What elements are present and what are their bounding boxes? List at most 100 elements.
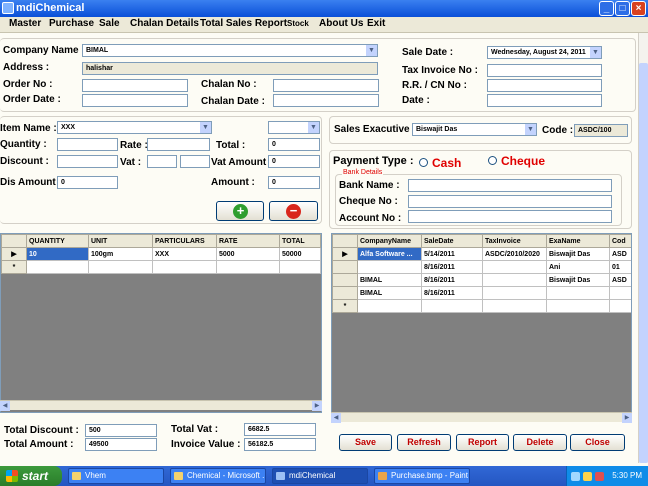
shield-icon[interactable]: [595, 472, 604, 481]
col-header[interactable]: RATE: [216, 234, 280, 248]
discount-field[interactable]: [57, 155, 118, 168]
menu-about-us[interactable]: About Us: [319, 18, 363, 29]
grid-cell[interactable]: 8/16/2011: [421, 273, 483, 287]
grid-cell[interactable]: 01: [609, 260, 631, 274]
grid-cell[interactable]: Ani: [546, 260, 610, 274]
col-header[interactable]: QUANTITY: [26, 234, 89, 248]
menu-chalan-details[interactable]: Chalan Details: [130, 18, 199, 29]
account-no-field[interactable]: [408, 210, 612, 223]
vat-field[interactable]: [147, 155, 177, 168]
company-name-combo[interactable]: BIMAL ▼: [82, 44, 378, 57]
quantity-field[interactable]: [57, 138, 118, 151]
speaker-icon[interactable]: [583, 472, 592, 481]
cheque-radio[interactable]: [488, 156, 497, 165]
grid-cell[interactable]: 5/14/2011: [421, 247, 483, 261]
grid-cell[interactable]: 50000: [279, 247, 321, 261]
cash-radio[interactable]: [419, 158, 428, 167]
item-name-combo[interactable]: XXX ▼: [57, 121, 212, 134]
table-row[interactable]: ▶ 10 100gm XXX 5000 50000: [1, 247, 321, 261]
bank-name-field[interactable]: [408, 179, 612, 192]
scroll-right-icon[interactable]: ▶: [312, 401, 322, 411]
new-row[interactable]: *: [332, 299, 631, 313]
menu-sale[interactable]: Sale: [99, 18, 120, 29]
grid-cell[interactable]: Biswajit Das: [546, 273, 610, 287]
menu-stock[interactable]: Stock: [287, 19, 309, 28]
menu-exit[interactable]: Exit: [367, 18, 385, 29]
grid-cell[interactable]: ASD: [609, 247, 631, 261]
total-field[interactable]: 0: [268, 138, 320, 151]
total-discount-field[interactable]: 500: [85, 424, 157, 437]
code-field[interactable]: ASDC/100: [574, 124, 628, 137]
grid-cell[interactable]: 8/16/2011: [421, 286, 483, 300]
col-header[interactable]: TaxInvoice: [482, 234, 547, 248]
dis-amount-field[interactable]: 0: [57, 176, 118, 189]
chevron-down-icon[interactable]: ▼: [590, 47, 601, 58]
refresh-button[interactable]: Refresh: [397, 434, 451, 451]
address-field[interactable]: halishar: [82, 62, 378, 75]
col-header[interactable]: SaleDate: [421, 234, 483, 248]
total-amount-field[interactable]: 49500: [85, 438, 157, 451]
sales-grid[interactable]: CompanyName SaleDate TaxInvoice ExaName …: [331, 233, 632, 413]
scroll-left-icon[interactable]: ◀: [0, 401, 10, 411]
chevron-down-icon[interactable]: ▼: [308, 122, 319, 133]
chevron-down-icon[interactable]: ▼: [366, 45, 377, 56]
new-row[interactable]: *: [1, 260, 321, 274]
grid-cell[interactable]: ASD: [609, 273, 631, 287]
grid-cell[interactable]: Biswajit Das: [546, 247, 610, 261]
taskbar-item[interactable]: Chemical - Microsoft ...: [170, 468, 266, 484]
grid-cell[interactable]: [482, 286, 547, 300]
taskbar-item[interactable]: Vhem: [68, 468, 164, 484]
col-header[interactable]: PARTICULARS: [152, 234, 217, 248]
vat-field-2[interactable]: [180, 155, 210, 168]
scroll-left-icon[interactable]: ◀: [331, 413, 341, 423]
scroll-right-icon[interactable]: ▶: [622, 413, 632, 423]
date-field[interactable]: [487, 94, 602, 107]
report-button[interactable]: Report: [456, 434, 509, 451]
table-row[interactable]: ▶ Alfa Software ... 5/14/2011 ASDC/2010/…: [332, 247, 631, 261]
grid-cell[interactable]: BIMAL: [357, 273, 422, 287]
order-no-field[interactable]: [82, 79, 188, 92]
chevron-down-icon[interactable]: ▼: [525, 124, 536, 135]
chevron-down-icon[interactable]: ▼: [200, 122, 211, 133]
scroll-thumb[interactable]: [639, 63, 648, 463]
taskbar-item[interactable]: mdiChemical: [272, 468, 368, 484]
col-header[interactable]: TOTAL: [279, 234, 321, 248]
amount-field[interactable]: 0: [268, 176, 320, 189]
grid-cell[interactable]: XXX: [152, 247, 217, 261]
rr-cn-field[interactable]: [487, 79, 602, 92]
total-vat-field[interactable]: 6682.5: [244, 423, 316, 436]
col-header[interactable]: Cod: [609, 234, 631, 248]
grid-cell[interactable]: ASDC/2010/2020: [482, 247, 547, 261]
grid-cell[interactable]: BIMAL: [357, 286, 422, 300]
close-window-button[interactable]: ×: [631, 1, 646, 16]
invoice-value-field[interactable]: 56182.5: [244, 438, 316, 451]
vat-amount-field[interactable]: 0: [268, 155, 320, 168]
table-row[interactable]: BIMAL 8/16/2011 Biswajit Das ASD: [332, 273, 631, 287]
taskbar-item[interactable]: Purchase.bmp - Paint: [374, 468, 470, 484]
col-header[interactable]: ExaName: [546, 234, 610, 248]
sales-executive-combo[interactable]: Biswajit Das ▼: [412, 123, 537, 136]
delete-button[interactable]: Delete: [513, 434, 567, 451]
rate-field[interactable]: [147, 138, 210, 151]
grid-cell[interactable]: [482, 273, 547, 287]
sales-grid-hscroll[interactable]: ◀ ▶: [331, 412, 632, 423]
minimize-button[interactable]: _: [599, 1, 614, 16]
order-date-field[interactable]: [82, 94, 188, 107]
grid-cell[interactable]: [357, 260, 422, 274]
start-button[interactable]: start: [0, 466, 62, 486]
chalan-date-field[interactable]: [273, 94, 379, 107]
window-vscroll[interactable]: [638, 33, 648, 463]
item-grid-hscroll[interactable]: ◀ ▶: [0, 400, 322, 411]
tax-invoice-field[interactable]: [487, 64, 602, 77]
cheque-no-field[interactable]: [408, 195, 612, 208]
chalan-no-field[interactable]: [273, 79, 379, 92]
col-header[interactable]: UNIT: [88, 234, 153, 248]
grid-cell[interactable]: [482, 260, 547, 274]
grid-cell[interactable]: 10: [26, 247, 89, 261]
menu-total-sales-report[interactable]: Total Sales Report: [200, 18, 287, 29]
add-item-button[interactable]: +: [216, 201, 264, 221]
save-button[interactable]: Save: [339, 434, 392, 451]
close-button[interactable]: Close: [570, 434, 625, 451]
grid-cell[interactable]: [546, 286, 610, 300]
table-row[interactable]: 8/16/2011 Ani 01: [332, 260, 631, 274]
